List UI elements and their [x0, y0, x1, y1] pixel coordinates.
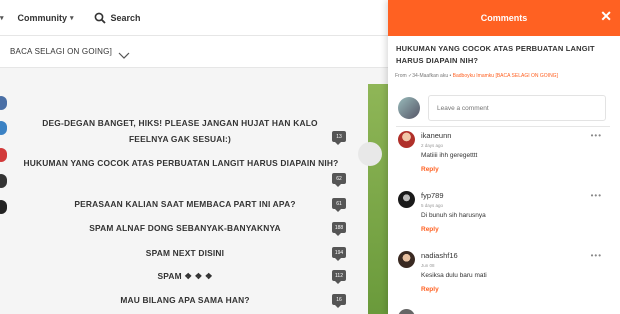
comment-username[interactable]: ikaneunn — [421, 131, 451, 140]
from-story-link[interactable]: Badboyku Imamku [BACA SELAGI ON GOING] — [453, 73, 558, 79]
search-icon — [94, 12, 106, 24]
part-title[interactable]: HUKUMAN YANG COCOK ATAS PERBUATAN LANGIT… — [20, 155, 342, 171]
browse-caret-icon[interactable]: ▾ — [0, 14, 4, 22]
part-title[interactable]: MAU BILANG APA SAMA HAN? — [30, 292, 340, 308]
comment-text: Kesiksa dulu baru mati — [421, 272, 487, 279]
story-title: BACA SELAGI ON GOING] — [10, 47, 113, 56]
community-label: Community — [17, 12, 68, 23]
close-icon[interactable]: ✕ — [600, 9, 612, 23]
part-title[interactable]: DEG-DEGAN BANGET, HIKS! PLEASE JANGAN HU… — [30, 115, 330, 147]
story-header: BACA SELAGI ON GOING] — [0, 36, 388, 68]
drawer-title: Comments — [480, 13, 528, 23]
more-icon[interactable]: ••• — [591, 251, 602, 260]
chevron-down-icon[interactable] — [118, 52, 130, 60]
comment-count-icon: 194 — [332, 247, 346, 261]
comment-count-icon: 13 — [332, 131, 346, 145]
comment-username[interactable]: fyp789 — [421, 191, 444, 200]
comment-text: Matiiii ihh geregetttt — [421, 152, 478, 159]
reply-button[interactable]: Reply — [421, 166, 439, 173]
avatar — [398, 97, 420, 119]
avatar[interactable] — [398, 251, 415, 268]
search-label: Search — [110, 12, 141, 23]
community-caret-icon: ▾ — [70, 14, 74, 22]
community-menu[interactable]: Community ▾ — [18, 13, 74, 23]
from-prefix: From ✓34-Maafkan aku • — [395, 73, 452, 79]
part-title[interactable]: SPAM ❖ ❖ ❖ — [30, 268, 340, 284]
comment-input[interactable] — [428, 95, 606, 121]
comment-time: 5 days ago — [421, 203, 444, 208]
comment-count-icon: 188 — [332, 222, 346, 236]
top-navigation: ▾ Community ▾ Search — [0, 0, 388, 36]
comment-count-icon: 61 — [332, 198, 346, 212]
comment-text: Di bunuh sih harusnya — [421, 212, 486, 219]
part-heading: HUKUMAN YANG COCOK ATAS PERBUATAN LANGIT… — [396, 44, 595, 65]
comments-drawer: Comments ✕ HUKUMAN YANG COCOK ATAS PERBU… — [388, 0, 620, 314]
divider — [396, 126, 610, 127]
comment-count-icon: 16 — [332, 294, 346, 308]
comment-time: Jun 08 — [421, 263, 435, 268]
comment-count-icon: 62 — [332, 173, 346, 187]
part-title[interactable]: PERASAAN KALIAN SAAT MEMBACA PART INI AP… — [30, 196, 340, 212]
comment-time: 2 days ago — [421, 143, 444, 148]
comment-item: nadiashf16 Jun 08 Kesiksa dulu baru mati… — [398, 251, 612, 311]
search-button[interactable]: Search — [94, 12, 141, 24]
reply-button[interactable]: Reply — [421, 286, 439, 293]
part-title[interactable]: SPAM ALNAF DONG SEBANYAK-BANYAKNYA — [30, 220, 340, 236]
part-title[interactable]: SPAM NEXT DISINI — [30, 245, 340, 261]
comment-item: ikaneunn 2 days ago Matiiii ihh geregett… — [398, 131, 612, 191]
avatar[interactable] — [398, 191, 415, 208]
cover-image-strip — [368, 84, 388, 314]
reply-button[interactable]: Reply — [421, 226, 439, 233]
comment-item: fyp789 5 days ago Di bunuh sih harusnya … — [398, 191, 612, 251]
comment-username[interactable]: nadiashf16 — [421, 251, 458, 260]
from-line: From ✓34-Maafkan aku • Badboyku Imamku [… — [395, 73, 620, 79]
more-icon[interactable]: ••• — [591, 191, 602, 200]
reader-screen: ▾ Community ▾ Search BACA SELAGI ON GOIN… — [0, 0, 620, 314]
drawer-header: Comments ✕ — [388, 0, 620, 36]
comment-count-icon: 112 — [332, 270, 346, 284]
comment-composer — [398, 93, 610, 123]
avatar[interactable] — [398, 131, 415, 148]
reader-bubble — [358, 142, 382, 166]
more-icon[interactable]: ••• — [591, 131, 602, 140]
